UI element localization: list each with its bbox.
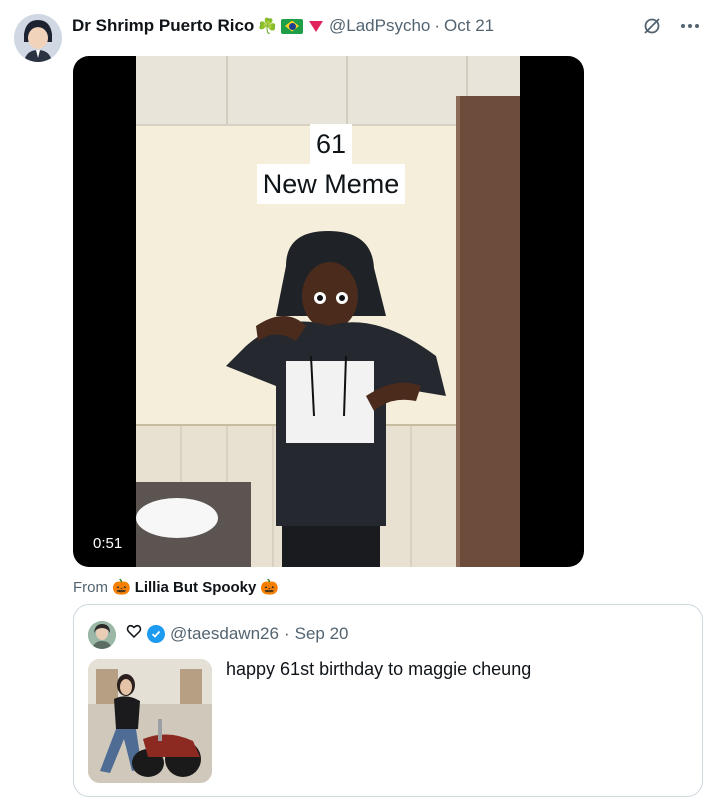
more-icon[interactable] xyxy=(678,14,702,38)
author-handle[interactable]: @LadPsycho xyxy=(329,16,430,36)
quoted-image[interactable] xyxy=(88,659,212,783)
video-player[interactable]: 61 New Meme 0:51 xyxy=(73,56,584,567)
tweet-date[interactable]: Oct 21 xyxy=(444,16,494,36)
separator: · xyxy=(283,623,290,643)
author-name[interactable]: Dr Shrimp Puerto Rico xyxy=(72,16,254,36)
brazil-flag-icon xyxy=(281,18,303,34)
heart-icon xyxy=(126,623,142,644)
tweet-actions xyxy=(640,14,702,38)
caption-line-1: 61 xyxy=(309,124,353,164)
red-triangle-icon xyxy=(309,20,323,32)
verified-badge-icon xyxy=(147,624,165,643)
pumpkin-emoji: 🎃 xyxy=(260,579,280,596)
shamrock-emoji: ☘️ xyxy=(258,18,277,35)
quoted-header: @taesdawn26 · Sep 20 xyxy=(126,623,349,644)
video-source-attribution: From 🎃 Lillia But Spooky 🎃 xyxy=(73,578,280,597)
quoted-date[interactable]: Sep 20 xyxy=(295,624,349,644)
video-caption: 61 New Meme xyxy=(246,124,416,204)
author-avatar[interactable] xyxy=(14,14,62,62)
video-frame: 61 New Meme xyxy=(136,56,520,567)
separator: · xyxy=(434,16,441,35)
from-label: From xyxy=(73,578,108,596)
pumpkin-emoji: 🎃 xyxy=(112,579,131,596)
tweet-header: Dr Shrimp Puerto Rico ☘️ @LadPsycho · Oc… xyxy=(72,14,494,38)
quoted-author-avatar[interactable] xyxy=(88,621,116,649)
grok-icon[interactable] xyxy=(640,14,664,38)
quoted-tweet[interactable]: @taesdawn26 · Sep 20 happy 61st birthday… xyxy=(73,604,703,797)
caption-line-2: New Meme xyxy=(256,164,406,204)
quoted-handle[interactable]: @taesdawn26 xyxy=(170,624,279,644)
video-duration: 0:51 xyxy=(85,532,131,555)
quoted-tweet-text: happy 61st birthday to maggie cheung xyxy=(226,659,532,679)
source-account-name[interactable]: Lillia But Spooky xyxy=(135,579,257,596)
